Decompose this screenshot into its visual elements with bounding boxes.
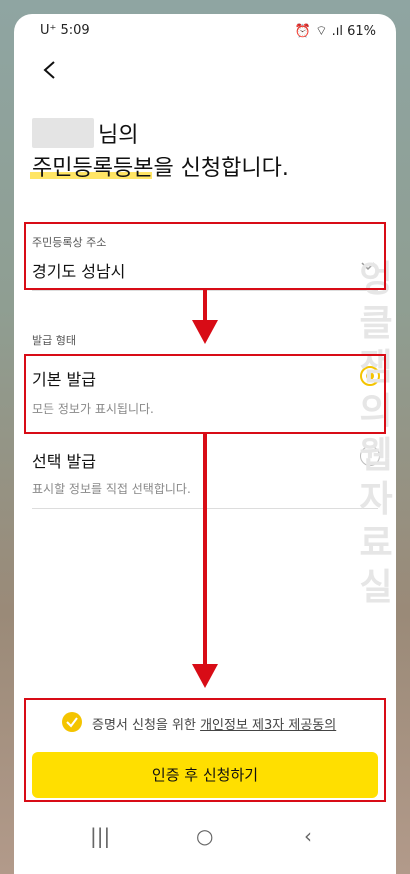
annotation-arrow [203,290,207,320]
page-title: 주민등록등본을 신청합니다. [32,156,289,181]
back-nav-icon[interactable]: ‹ [304,824,312,848]
recent-apps-icon[interactable]: ||| [90,824,110,848]
option-desc: 표시할 정보를 직접 선택합니다. [32,482,191,496]
watermark: 엉클잼의웹자료실 [359,259,393,608]
home-icon[interactable]: ○ [196,824,213,848]
battery-indicator: ⏰ ⌔ .ıl 61% [294,24,376,39]
option-title: 선택 발급 [32,452,96,471]
annotation-box-address [24,222,386,290]
annotation-arrow [203,434,207,664]
status-bar: U⁺ 5:09 ⏰ ⌔ .ıl 61% [14,14,396,48]
annotation-box-basic-issue [24,354,386,434]
annotation-arrow-head [192,320,218,344]
greeting-suffix: 님의 [98,123,139,148]
annotation-box-submit [24,698,386,802]
masked-username [32,118,94,148]
android-nav-bar: ||| ○ ‹ [14,814,396,860]
back-button[interactable] [28,50,68,90]
issue-type-label: 발급 형태 [32,334,76,347]
carrier-time: U⁺ 5:09 [40,23,90,38]
annotation-arrow-head [192,664,218,688]
chevron-left-icon [43,61,55,79]
